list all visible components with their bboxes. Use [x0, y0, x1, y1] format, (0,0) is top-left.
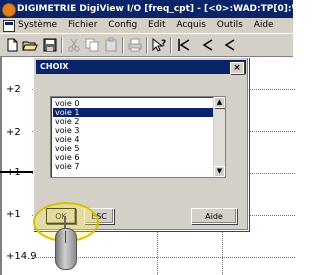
toolbar-separator: [170, 37, 172, 53]
new-document-icon[interactable]: [4, 37, 20, 53]
dialog-title: CHOIX: [40, 62, 69, 71]
back-icon[interactable]: [222, 37, 238, 53]
menu-aide[interactable]: Aide: [254, 20, 274, 30]
mouse-icon: [55, 228, 77, 270]
menu-bar: Système Fichier Config Edit Acquis Outil…: [0, 18, 293, 33]
y-axis-label: +2: [6, 84, 21, 95]
window-title: DIGIMETRIE DigiView I/O [freq_cpt] - [<0…: [17, 4, 293, 14]
list-item[interactable]: voie 5: [53, 144, 213, 153]
menu-fichier[interactable]: Fichier: [68, 20, 97, 30]
copy-icon[interactable]: [84, 37, 100, 53]
list-item[interactable]: voie 2: [53, 117, 213, 126]
toolbar-separator: [146, 37, 148, 53]
toolbar-separator: [61, 37, 63, 53]
app-logo-icon: [2, 3, 16, 17]
previous-icon[interactable]: [200, 37, 216, 53]
document-icon[interactable]: [3, 20, 15, 32]
first-icon[interactable]: [176, 37, 192, 53]
title-bar: DIGIMETRIE DigiView I/O [freq_cpt] - [<0…: [0, 0, 293, 18]
menu-config[interactable]: Config: [108, 20, 137, 30]
dialog-title-bar: CHOIX ×: [36, 60, 246, 74]
menu-acquis[interactable]: Acquis: [176, 20, 206, 30]
y-axis-label: +1: [6, 209, 21, 220]
toolbar: ?: [0, 33, 293, 57]
list-scrollbar[interactable]: ▲ ▼: [213, 97, 225, 177]
help-pointer-icon[interactable]: ?: [151, 37, 167, 53]
y-axis-label: +2: [6, 127, 21, 138]
aide-button[interactable]: Aide: [191, 208, 237, 224]
scroll-down-icon[interactable]: ▼: [214, 166, 225, 177]
list-item[interactable]: voie 0: [53, 99, 213, 108]
application-window: DIGIMETRIE DigiView I/O [freq_cpt] - [<0…: [0, 0, 295, 275]
menu-edit[interactable]: Edit: [148, 20, 165, 30]
svg-text:?: ?: [161, 39, 166, 49]
scroll-up-icon[interactable]: ▲: [214, 97, 225, 108]
list-item[interactable]: voie 7: [53, 162, 213, 171]
save-icon[interactable]: [42, 37, 58, 53]
list-item[interactable]: voie 4: [53, 135, 213, 144]
print-icon[interactable]: [127, 37, 143, 53]
open-folder-icon[interactable]: [22, 37, 38, 53]
list-item-selected[interactable]: voie 1: [53, 108, 213, 117]
list-item[interactable]: voie 6: [53, 153, 213, 162]
paste-icon[interactable]: [103, 37, 119, 53]
close-icon[interactable]: ×: [230, 62, 244, 74]
channel-listbox[interactable]: voie 0 voie 1 voie 2 voie 3 voie 4 voie …: [50, 96, 226, 178]
menu-systeme[interactable]: Système: [18, 20, 57, 30]
cut-icon[interactable]: [66, 37, 82, 53]
menu-outils[interactable]: Outils: [217, 20, 243, 30]
list-item[interactable]: voie 3: [53, 126, 213, 135]
toolbar-separator: [122, 37, 124, 53]
